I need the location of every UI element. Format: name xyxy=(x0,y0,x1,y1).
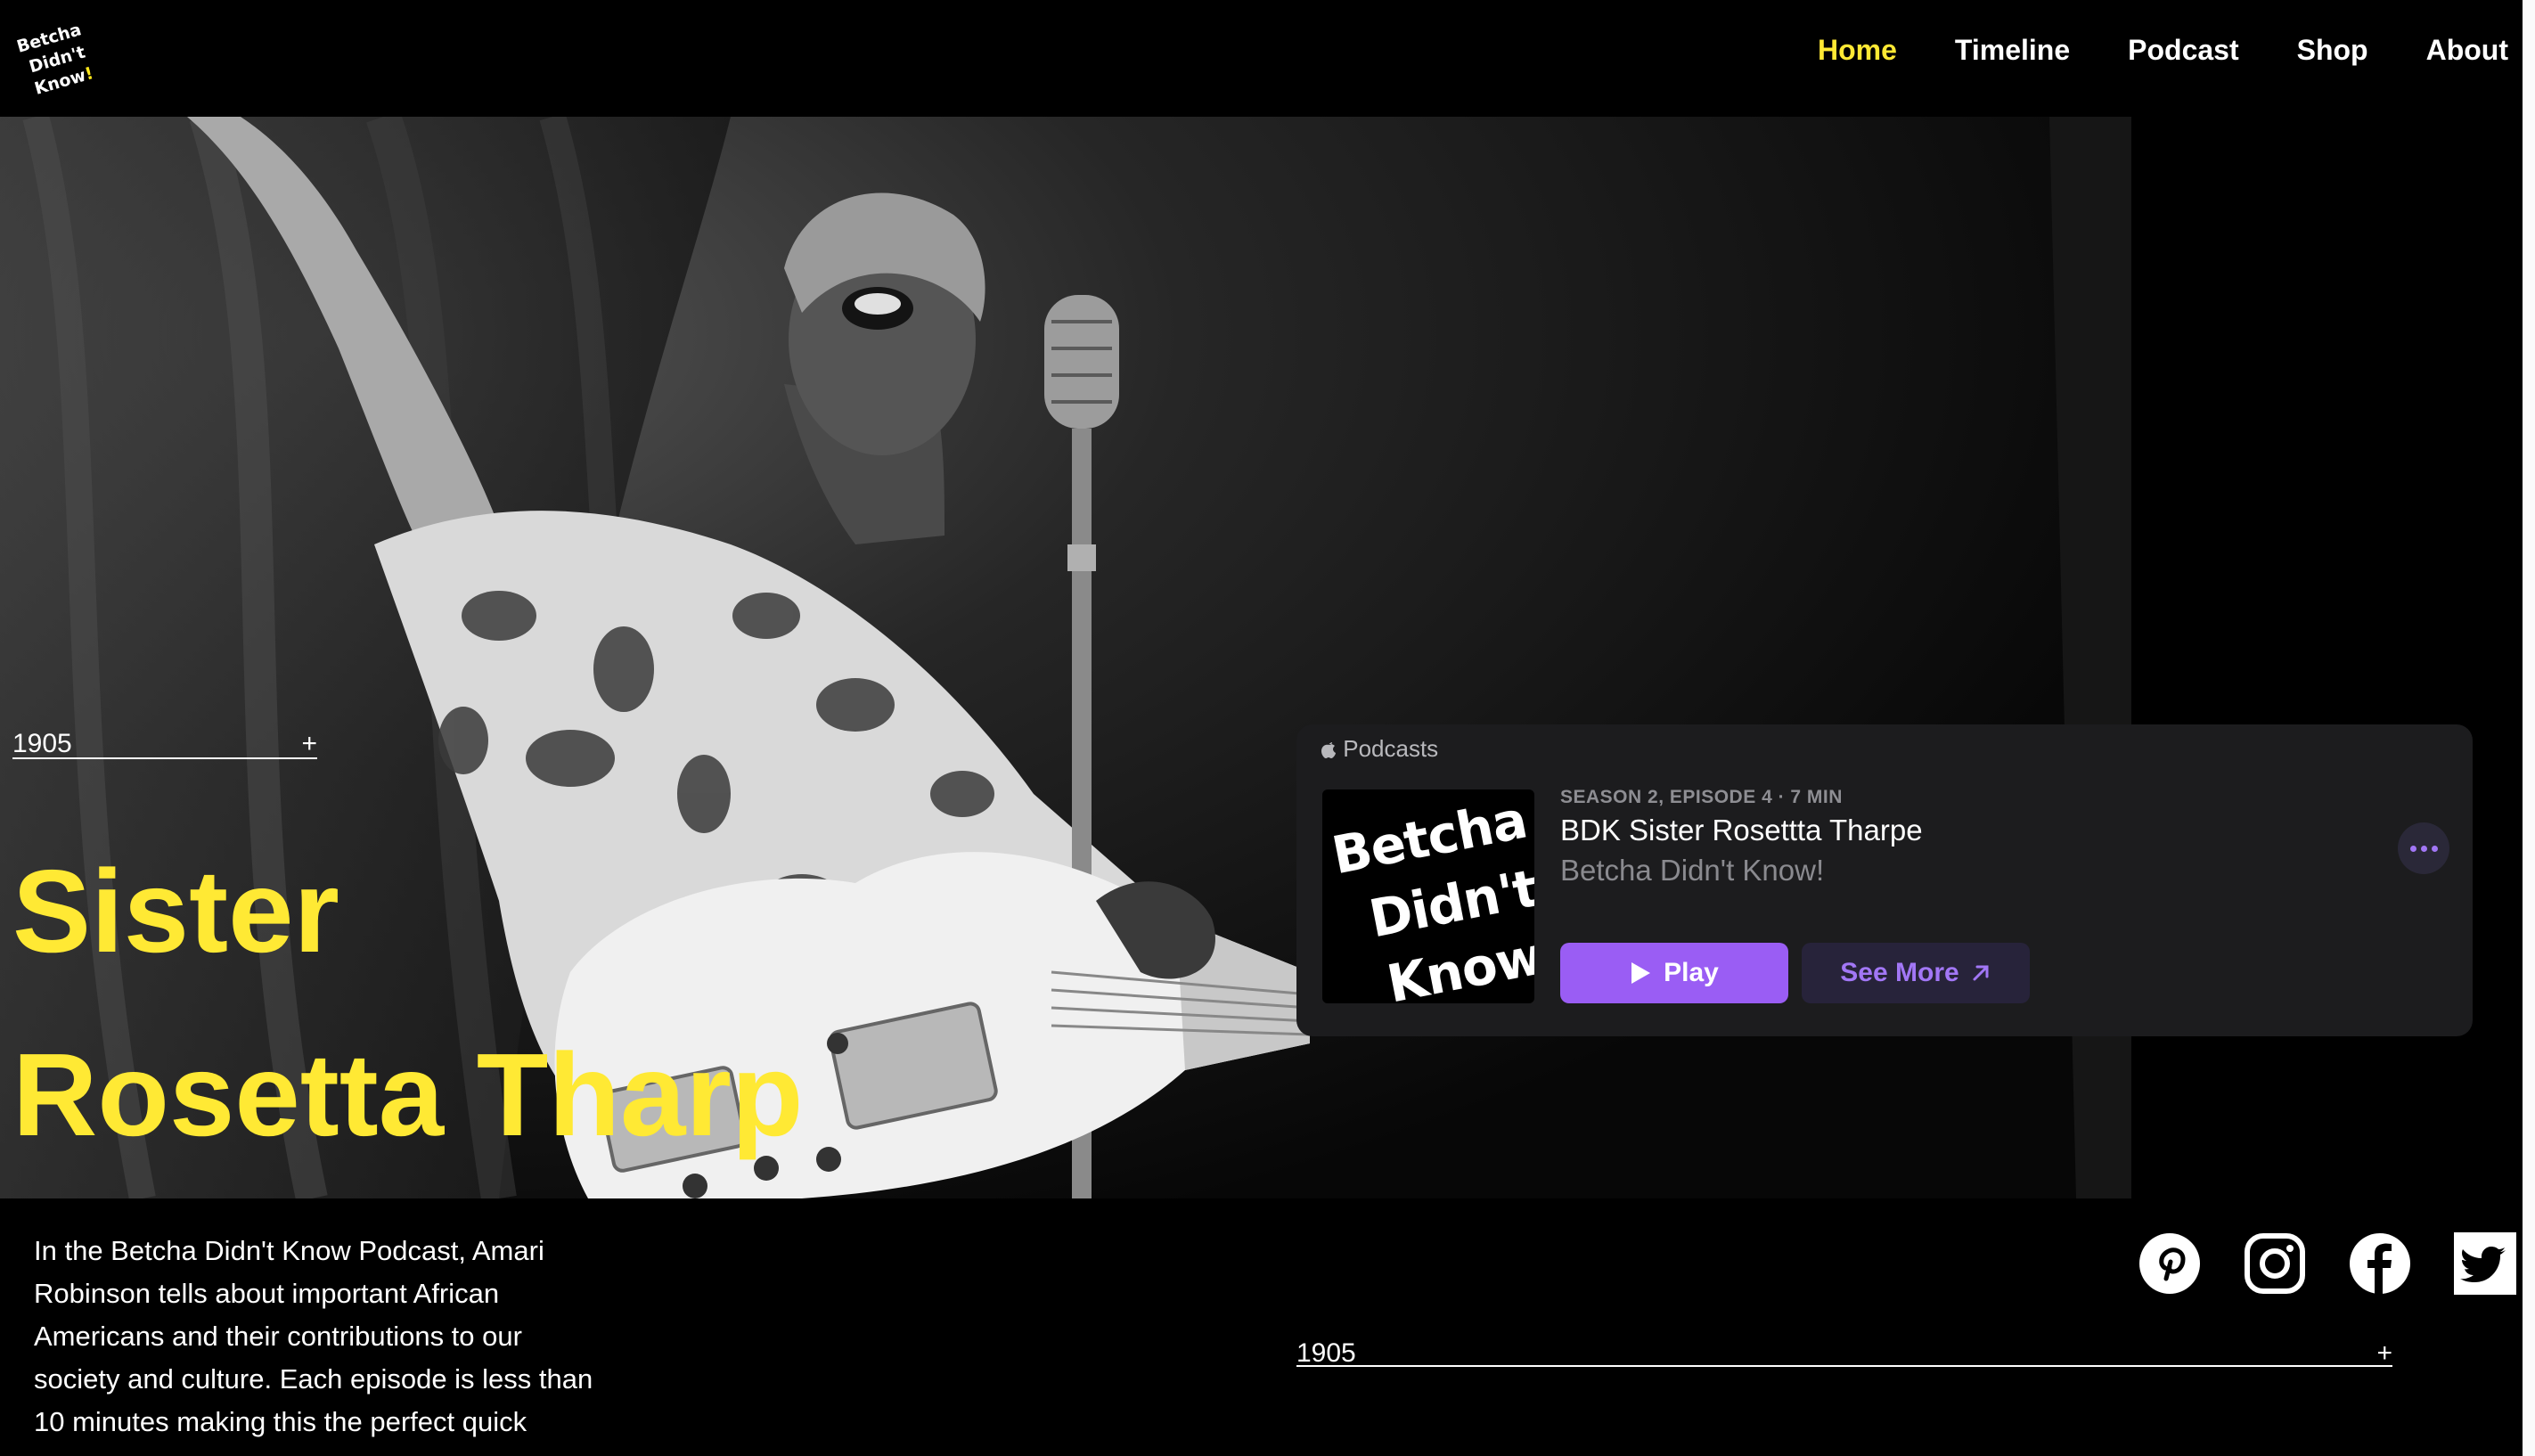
nav-podcast[interactable]: Podcast xyxy=(2128,34,2238,67)
hero-title-line-1: Sister xyxy=(12,846,339,977)
social-links xyxy=(2138,1232,2516,1295)
facebook-icon[interactable] xyxy=(2349,1232,2411,1295)
see-more-button[interactable]: See More xyxy=(1802,943,2030,1003)
dot-icon xyxy=(2409,845,2416,852)
pinterest-icon[interactable] xyxy=(2138,1232,2201,1295)
show-name[interactable]: Betcha Didn't Know! xyxy=(1560,854,1824,888)
podcast-artwork[interactable]: Betcha Didn't Know! xyxy=(1322,789,1534,1003)
page-scrollbar[interactable] xyxy=(2523,0,2535,1456)
podcast-description: In the Betcha Didn't Know Podcast, Amari… xyxy=(34,1235,593,1437)
footer-year-toggle[interactable]: 1905 + xyxy=(1296,1338,2392,1368)
play-button[interactable]: Play xyxy=(1560,943,1788,1003)
plus-icon: + xyxy=(301,729,317,758)
play-label: Play xyxy=(1664,958,1719,987)
nav-about[interactable]: About xyxy=(2426,34,2508,67)
site-header: Betcha Didn't Know! Home Timeline Podcas… xyxy=(0,0,2535,117)
site-logo[interactable]: Betcha Didn't Know! xyxy=(12,20,95,99)
see-more-label: See More xyxy=(1840,958,1959,987)
podcast-player-card: Podcasts Betcha Didn't Know! SEASON 2, E… xyxy=(1296,724,2473,1036)
instagram-icon[interactable] xyxy=(2244,1232,2306,1295)
apple-icon xyxy=(1321,742,1336,758)
hero-year-toggle[interactable]: 1905 + xyxy=(12,729,317,759)
podcasts-label: Podcasts xyxy=(1343,735,1439,762)
episode-title[interactable]: BDK Sister Rosettta Tharpe xyxy=(1560,814,1923,847)
episode-meta: SEASON 2, EPISODE 4 · 7 MIN xyxy=(1560,787,1843,807)
play-icon xyxy=(1631,962,1651,984)
plus-icon: + xyxy=(2376,1338,2392,1368)
hero-year-label: 1905 xyxy=(12,729,72,758)
footer-year-label: 1905 xyxy=(1296,1338,1356,1368)
hero-title-line-2: Rosetta Tharp xyxy=(12,1029,804,1160)
twitter-icon[interactable] xyxy=(2454,1232,2516,1295)
podcasts-brand: Podcasts xyxy=(1321,735,1438,763)
dot-icon xyxy=(2431,845,2438,852)
nav-home[interactable]: Home xyxy=(1818,34,1897,67)
nav-timeline[interactable]: Timeline xyxy=(1955,34,2070,67)
hero-title: Sister Rosetta Tharp xyxy=(12,820,803,1187)
main-nav: Home Timeline Podcast Shop About xyxy=(1818,34,2508,67)
arrow-up-right-icon xyxy=(1973,965,1989,981)
nav-shop[interactable]: Shop xyxy=(2297,34,2368,67)
dot-icon xyxy=(2420,845,2427,852)
more-options-button[interactable] xyxy=(2398,822,2449,874)
